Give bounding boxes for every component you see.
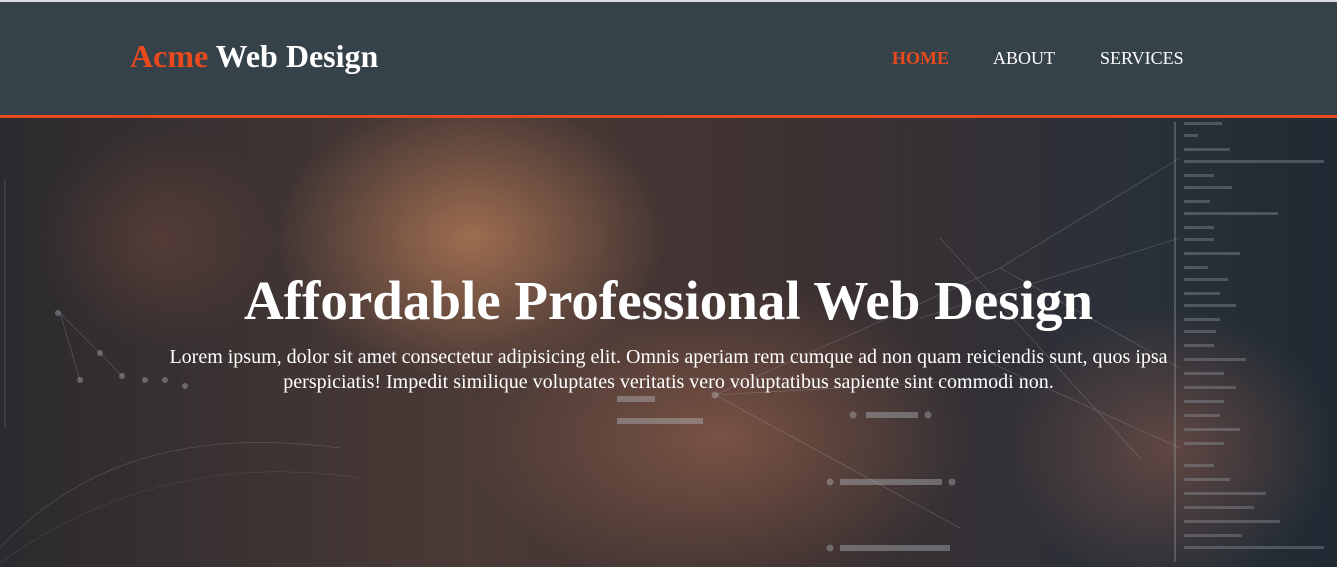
brand-name-text: Web Design xyxy=(215,38,379,74)
brand-accent-text: Acme xyxy=(130,38,209,74)
hero-section: Affordable Professional Web Design Lorem… xyxy=(0,118,1337,567)
hero-title: Affordable Professional Web Design xyxy=(244,269,1093,331)
main-nav: HOME ABOUT SERVICES xyxy=(880,48,1200,72)
decorative-network-lines xyxy=(59,157,1181,529)
site-header: Acme Web Design HOME ABOUT SERVICES xyxy=(0,2,1337,118)
nav-link-services[interactable]: SERVICES xyxy=(1100,48,1184,69)
decorative-code-lines xyxy=(1184,122,1324,549)
hero-description: Lorem ipsum, dolor sit amet consectetur … xyxy=(169,346,1168,393)
hero-background-image xyxy=(0,122,1324,564)
site-logo[interactable]: Acme Web Design xyxy=(130,38,378,75)
nav-link-about[interactable]: ABOUT xyxy=(993,48,1055,69)
nav-link-home[interactable]: HOME xyxy=(892,48,949,69)
